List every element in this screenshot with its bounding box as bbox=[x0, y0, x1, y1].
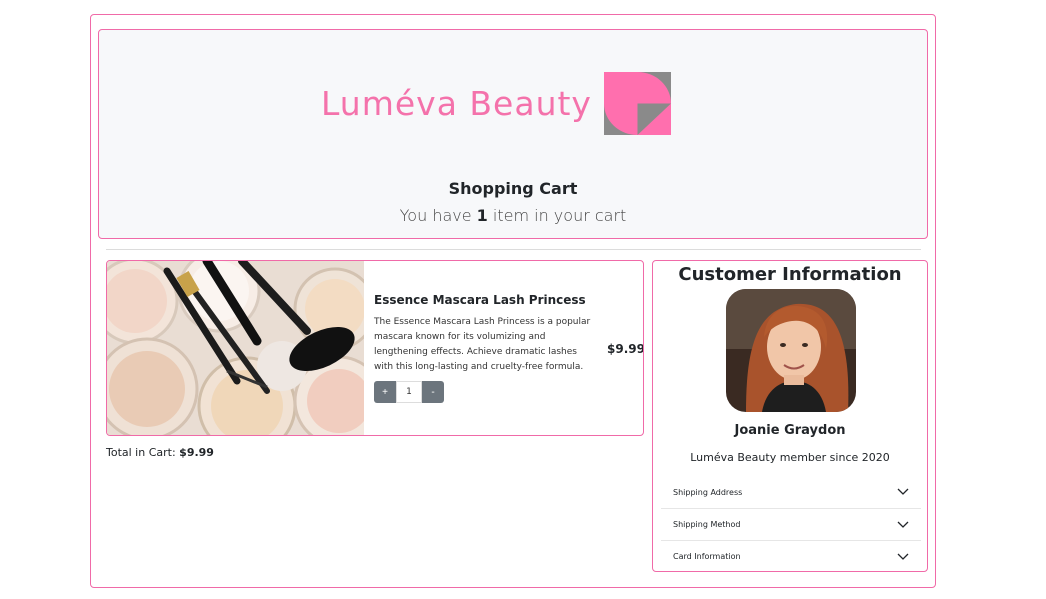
quantity-stepper: + 1 - bbox=[374, 381, 444, 403]
divider bbox=[106, 249, 921, 250]
accordion-label: Card Information bbox=[673, 552, 741, 561]
chevron-down-icon bbox=[897, 488, 909, 495]
cart-total-value: $9.99 bbox=[179, 446, 214, 459]
cart-total: Total in Cart: $9.99 bbox=[106, 446, 214, 459]
product-price: $9.99 bbox=[607, 342, 644, 356]
avatar bbox=[726, 289, 856, 412]
product-photo bbox=[107, 261, 385, 435]
accordion-shipping-method[interactable]: Shipping Method bbox=[661, 508, 921, 540]
cart-total-label: Total in Cart: bbox=[106, 446, 180, 459]
quantity-value[interactable]: 1 bbox=[396, 381, 422, 403]
product-info: Essence Mascara Lash Princess The Essenc… bbox=[374, 293, 594, 375]
decrease-quantity-button[interactable]: - bbox=[422, 381, 444, 403]
increase-quantity-button[interactable]: + bbox=[374, 381, 396, 403]
cart-summary: You have 1 item in your cart bbox=[99, 206, 927, 225]
cart-header: Luméva Beauty Shopping Cart You have 1 i… bbox=[98, 29, 928, 239]
accordion-label: Shipping Address bbox=[673, 487, 743, 497]
chevron-down-icon bbox=[897, 521, 909, 528]
customer-information-panel: Customer Information Joanie Graydon Lumé… bbox=[652, 260, 928, 572]
accordion-label: Shipping Method bbox=[673, 520, 741, 529]
chevron-down-icon bbox=[897, 553, 909, 560]
product-description: The Essence Mascara Lash Princess is a p… bbox=[374, 317, 591, 372]
membership-text: Luméva Beauty member since 2020 bbox=[690, 451, 890, 464]
logo-mark-icon bbox=[603, 72, 671, 135]
customer-title: Customer Information bbox=[678, 264, 902, 285]
accordion-shipping-address[interactable]: Shipping Address bbox=[661, 476, 921, 508]
brand[interactable]: Luméva Beauty bbox=[321, 72, 671, 135]
accordion-card-information[interactable]: Card Information bbox=[661, 540, 921, 572]
cart-item: Essence Mascara Lash Princess The Essenc… bbox=[106, 260, 644, 436]
product-name[interactable]: Essence Mascara Lash Princess bbox=[374, 293, 594, 307]
brand-name: Luméva Beauty bbox=[321, 84, 592, 123]
page-container: Luméva Beauty Shopping Cart You have 1 i… bbox=[90, 14, 936, 588]
cart-title: Shopping Cart bbox=[448, 179, 578, 198]
cart-item-count: 1 bbox=[476, 206, 488, 225]
customer-name: Joanie Graydon bbox=[734, 423, 846, 438]
cart-summary-prefix: You have bbox=[399, 206, 477, 225]
cart-summary-suffix: item in your cart bbox=[487, 206, 627, 225]
